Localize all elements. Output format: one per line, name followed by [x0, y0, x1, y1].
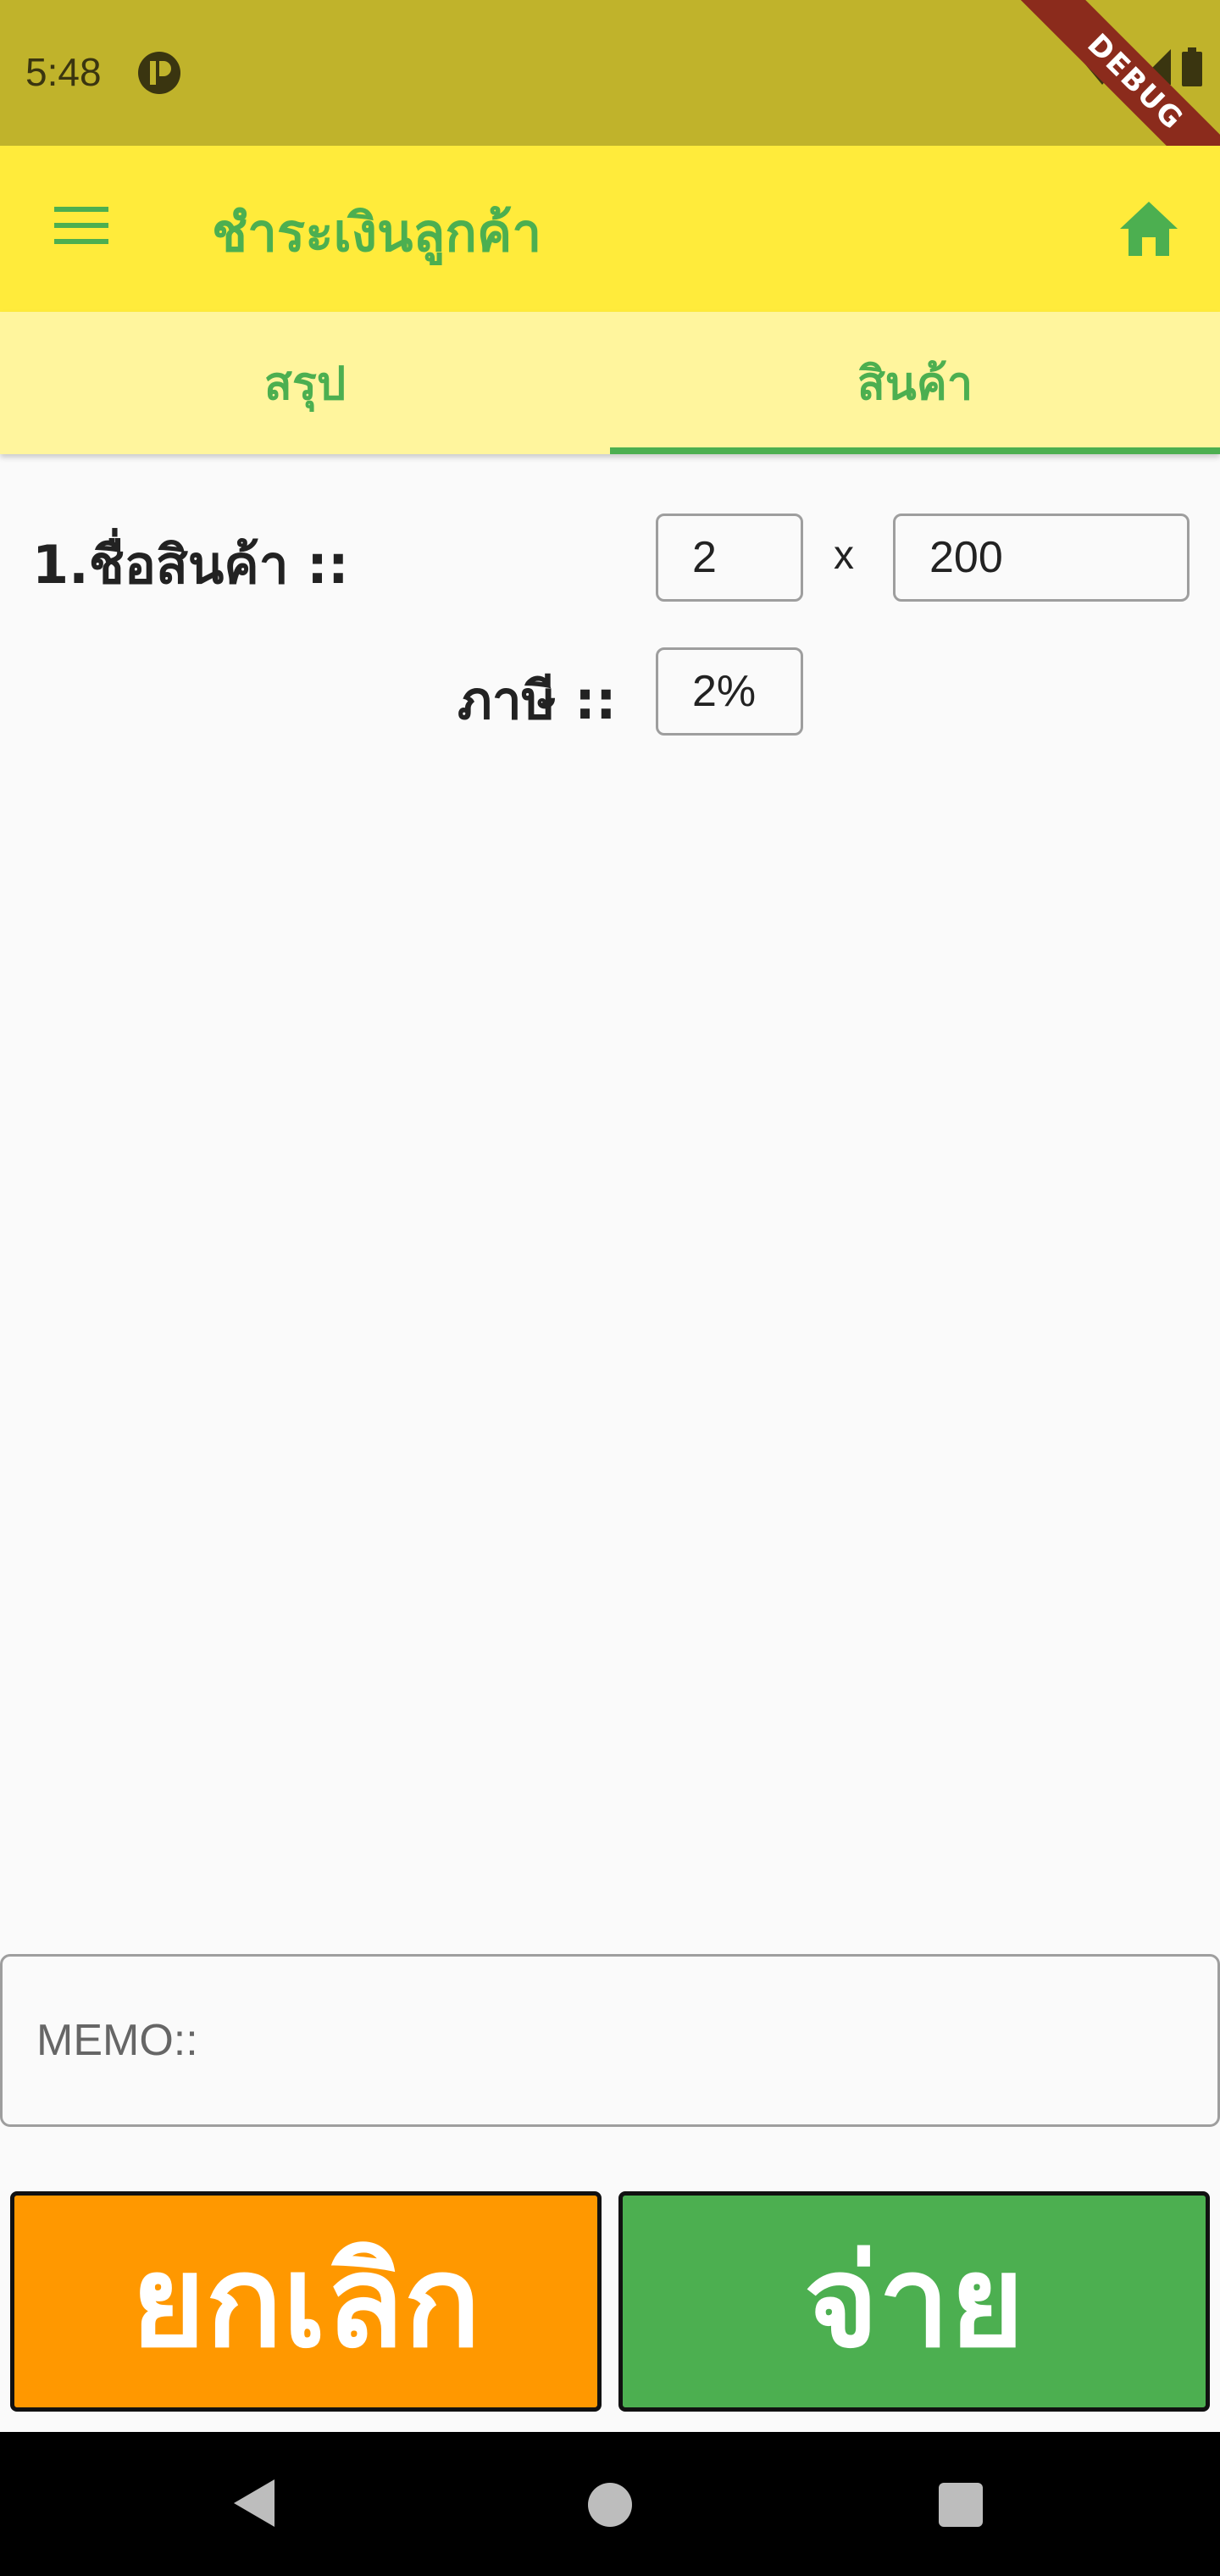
status-bar: 5:48 DEBUG: [0, 0, 1220, 203]
pay-button[interactable]: จ่าย: [618, 2191, 1210, 2412]
page-title: ชำระเงินลูกค้า: [212, 202, 542, 264]
tab-bar: สรุป สินค้า: [0, 312, 1220, 454]
status-time: 5:48: [25, 50, 102, 94]
app-bar: ชำระเงินลูกค้า: [0, 146, 1220, 312]
menu-icon[interactable]: [49, 200, 114, 251]
home-icon[interactable]: [1117, 197, 1181, 261]
app-notification-icon: [138, 52, 180, 94]
quantity-field[interactable]: 2: [656, 514, 803, 602]
tax-field[interactable]: 2%: [656, 647, 803, 736]
tax-label: ภาษี ::: [458, 669, 617, 731]
system-nav-bar: [0, 2432, 1220, 2576]
back-icon[interactable]: [230, 2476, 278, 2530]
multiply-sign: x: [834, 533, 854, 578]
tab-summary[interactable]: สรุป: [0, 312, 610, 454]
memo-field[interactable]: MEMO::: [0, 1954, 1220, 2127]
tab-products[interactable]: สินค้า: [610, 312, 1220, 454]
cancel-button[interactable]: ยกเลิก: [10, 2191, 602, 2412]
item-name-label: 1.ชื่อสินค้า ::: [32, 534, 349, 596]
home-circle-icon[interactable]: [588, 2483, 632, 2527]
recent-apps-icon[interactable]: [939, 2483, 983, 2527]
price-field[interactable]: 200: [893, 514, 1190, 602]
